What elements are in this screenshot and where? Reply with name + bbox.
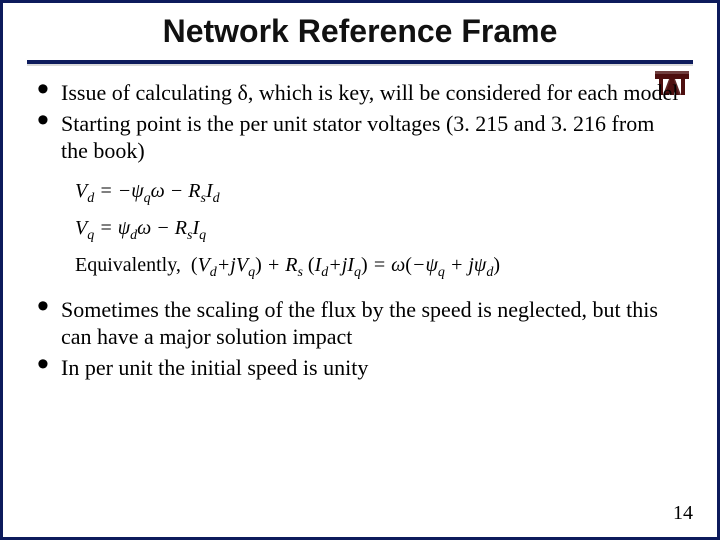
- equation-block: Vd = −ψqω − RsId Vq = ψdω − RsIq Equival…: [75, 176, 685, 283]
- bullet-item: In per unit the initial speed is unity: [35, 355, 685, 382]
- equation-equivalent: Equivalently, (Vd+jVq) + Rs (Id+jIq) = ω…: [75, 250, 685, 283]
- slide: Network Reference Frame Issue of calcula…: [0, 0, 720, 540]
- bullet-text: Issue of calculating δ, which is key, wi…: [61, 80, 678, 105]
- content-area: Issue of calculating δ, which is key, wi…: [3, 64, 717, 382]
- bullet-list-top: Issue of calculating δ, which is key, wi…: [35, 80, 685, 164]
- bullet-item: Issue of calculating δ, which is key, wi…: [35, 80, 685, 107]
- bullet-list-bottom: Sometimes the scaling of the flux by the…: [35, 297, 685, 381]
- bullet-item: Sometimes the scaling of the flux by the…: [35, 297, 685, 351]
- equiv-label: Equivalently,: [75, 254, 181, 276]
- title-area: Network Reference Frame: [3, 3, 717, 54]
- bullet-item: Starting point is the per unit stator vo…: [35, 111, 685, 165]
- bullet-text: Starting point is the per unit stator vo…: [61, 111, 654, 163]
- slide-title: Network Reference Frame: [163, 13, 558, 50]
- equation-vd: Vd = −ψqω − RsId: [75, 176, 685, 209]
- bullet-text: In per unit the initial speed is unity: [61, 355, 368, 380]
- bullet-text: Sometimes the scaling of the flux by the…: [61, 297, 658, 349]
- page-number: 14: [673, 502, 693, 525]
- equation-vq: Vq = ψdω − RsIq: [75, 213, 685, 246]
